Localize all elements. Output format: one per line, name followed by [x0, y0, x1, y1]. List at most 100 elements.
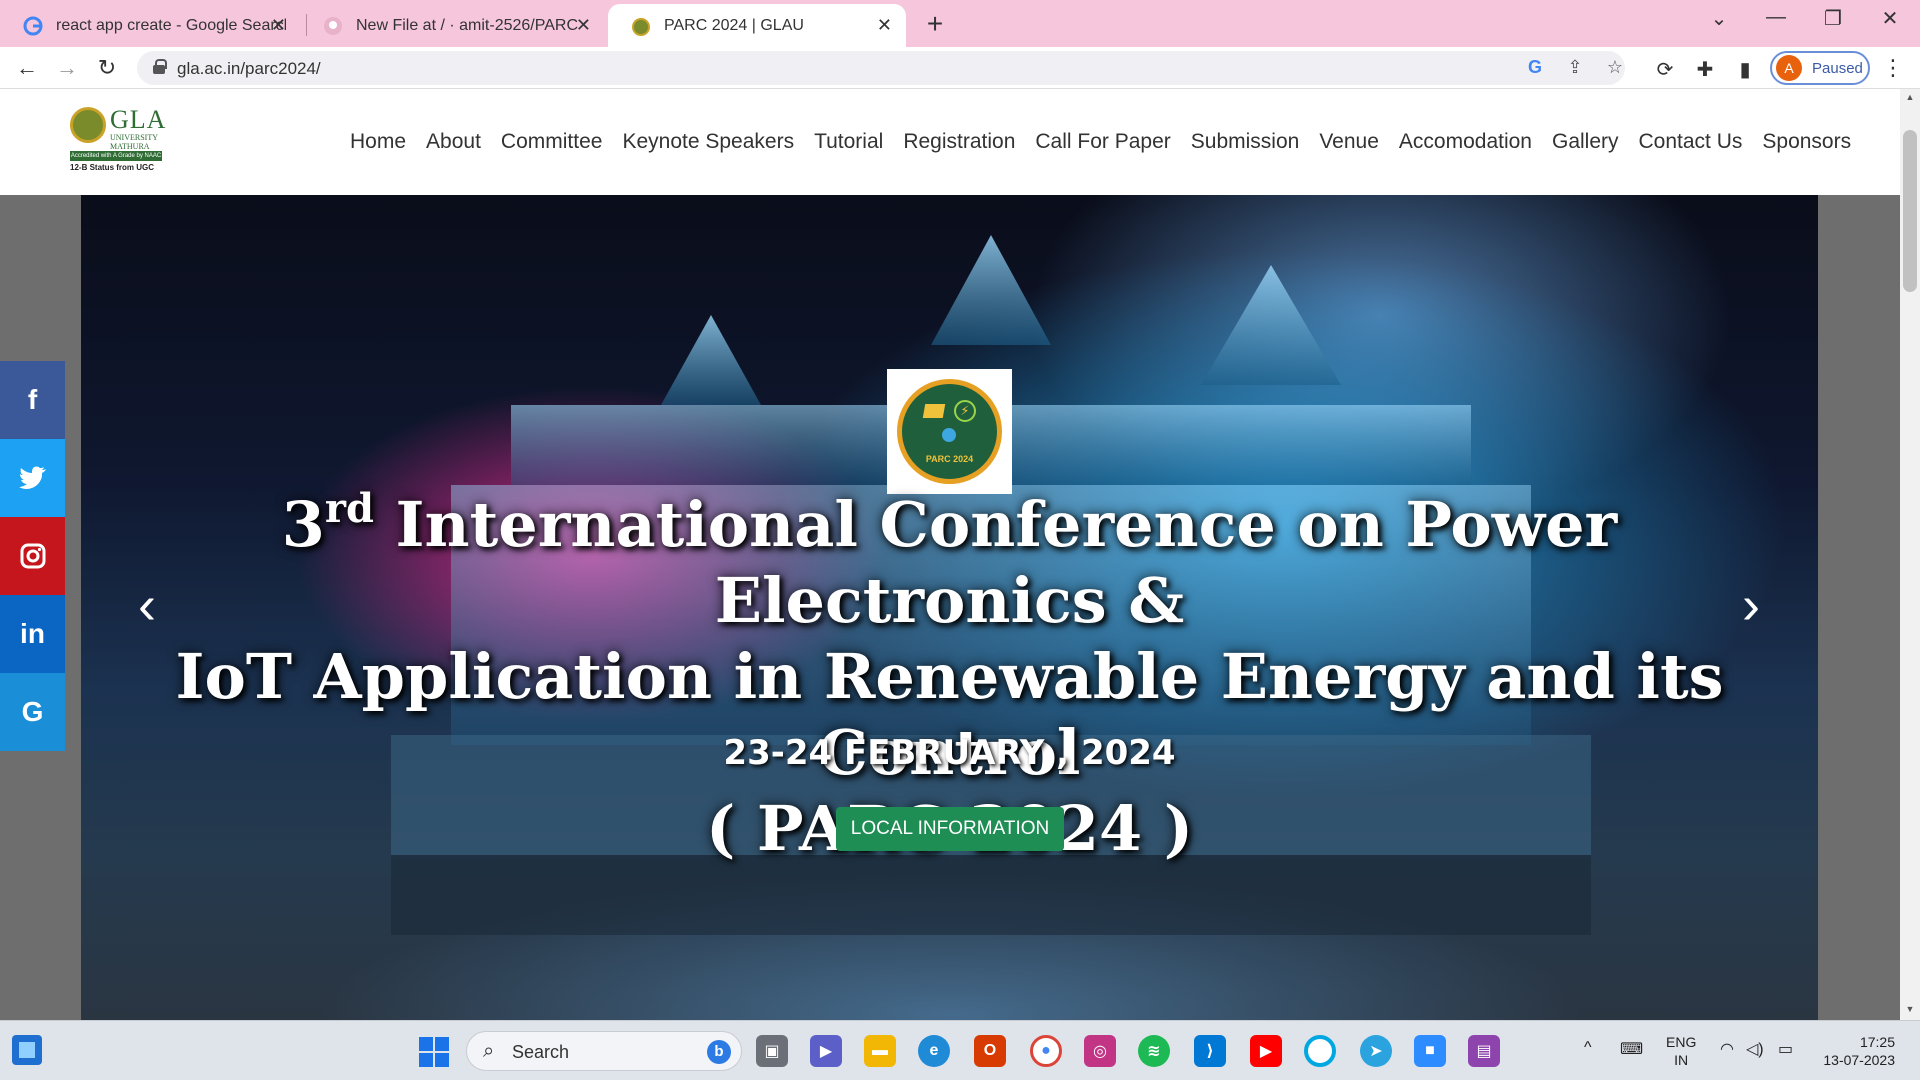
lightning-bolt-icon: ⚡	[954, 400, 976, 422]
github-icon	[322, 15, 344, 37]
carousel-next-chevron-icon[interactable]: ›	[1731, 575, 1771, 635]
nav-gallery[interactable]: Gallery	[1542, 130, 1629, 154]
spotify-icon[interactable]: ≋	[1138, 1035, 1170, 1067]
restore-window-icon[interactable]: ❐	[1813, 6, 1853, 31]
linkedin-icon[interactable]: in	[0, 595, 65, 673]
facebook-icon[interactable]: f	[0, 361, 65, 439]
close-tab-icon[interactable]: ✕	[271, 15, 286, 36]
volume-icon[interactable]: ◁)	[1746, 1039, 1764, 1059]
tab-github-new-file[interactable]: New File at / · amit-2526/PARC-2 ✕	[300, 4, 605, 47]
nav-committee[interactable]: Committee	[491, 130, 613, 154]
clock-date: 13-07-2023	[1823, 1052, 1895, 1068]
instagram-app-icon[interactable]: ◎	[1084, 1035, 1116, 1067]
avatar: A	[1776, 55, 1802, 81]
taskbar-clock[interactable]: 17:25 13-07-2023	[1815, 1033, 1895, 1069]
youtube-icon[interactable]: ▶	[1250, 1035, 1282, 1067]
site-header: GLA UNIVERSITY MATHURA Accredited with A…	[0, 89, 1900, 195]
windows-taskbar: ⌕ Search b ▣ ▶ ▬ e O ● ◎ ≋ ⟩ ▶ ➤ ■ ▤ ^ ⌨…	[0, 1020, 1920, 1080]
widgets-icon[interactable]	[12, 1035, 42, 1065]
solar-panel-icon	[922, 404, 946, 418]
main-navigation: Home About Committee Keynote Speakers Tu…	[340, 130, 1861, 154]
bookmark-star-icon[interactable]: ☆	[1603, 57, 1627, 78]
taskbar-search-box[interactable]: ⌕ Search b	[466, 1031, 742, 1071]
profile-button[interactable]: A Paused	[1770, 51, 1870, 85]
browser-toolbar: ← → ↻ gla.ac.in/parc2024/ G ⇪ ☆ ⟳ ✚ ▮ A …	[0, 47, 1920, 89]
instagram-icon[interactable]	[0, 517, 65, 595]
telegram-icon[interactable]: ➤	[1360, 1035, 1392, 1067]
close-tab-icon[interactable]: ✕	[877, 15, 892, 36]
battery-icon[interactable]: ▭	[1778, 1039, 1793, 1059]
gla-university-logo[interactable]: GLA UNIVERSITY MATHURA Accredited with A…	[68, 103, 165, 175]
lock-icon[interactable]	[153, 59, 167, 74]
address-bar[interactable]: gla.ac.in/parc2024/ G ⇪ ☆	[137, 51, 1625, 85]
scroll-up-arrow-icon[interactable]: ▲	[1904, 92, 1916, 102]
google-lens-icon[interactable]: G	[1523, 57, 1547, 78]
title-line-1-text: International Conference on Power Electr…	[373, 488, 1618, 637]
reload-icon[interactable]: ↻	[92, 53, 122, 83]
close-tab-icon[interactable]: ✕	[576, 15, 591, 36]
nav-tutorial[interactable]: Tutorial	[804, 130, 893, 154]
file-explorer-icon[interactable]: ▬	[864, 1035, 896, 1067]
parc-emblem-icon: ⚡ PARC 2024	[897, 379, 1002, 484]
scroll-down-arrow-icon[interactable]: ▼	[1904, 1004, 1916, 1014]
browser-menu-icon[interactable]: ⋮	[1882, 55, 1904, 81]
url-text[interactable]: gla.ac.in/parc2024/	[177, 59, 321, 79]
nav-contact-us[interactable]: Contact Us	[1629, 130, 1753, 154]
share-icon[interactable]: ⇪	[1563, 57, 1587, 78]
cortana-icon[interactable]	[1304, 1035, 1336, 1067]
forward-arrow-icon[interactable]: →	[52, 53, 82, 83]
wifi-icon[interactable]: ◠	[1720, 1039, 1734, 1059]
sync-extension-icon[interactable]: ⟳	[1652, 57, 1678, 82]
hero-carousel: ⚡ PARC 2024 3rd International Conference…	[81, 195, 1818, 1020]
tab-search-chevron-icon[interactable]: ⌄	[1699, 6, 1739, 31]
keyboard-icon[interactable]: ⌨	[1620, 1039, 1643, 1059]
taskbar-search-label: Search	[512, 1042, 570, 1062]
tab-google-search[interactable]: react app create - Google Search ✕	[0, 4, 300, 47]
google-g-icon	[22, 15, 44, 37]
nav-call-for-paper[interactable]: Call For Paper	[1025, 130, 1180, 154]
nav-about[interactable]: About	[416, 130, 491, 154]
carousel-prev-chevron-icon[interactable]: ‹	[127, 575, 167, 635]
show-hidden-icons-chevron-icon[interactable]: ^	[1584, 1039, 1592, 1057]
logo-ugc-status: 12-B Status from UGC	[70, 163, 155, 172]
region-label: IN	[1674, 1052, 1689, 1068]
search-icon: ⌕	[483, 1040, 495, 1062]
nav-submission[interactable]: Submission	[1181, 130, 1310, 154]
nav-sponsors[interactable]: Sponsors	[1752, 130, 1861, 154]
back-arrow-icon[interactable]: ←	[12, 53, 42, 83]
nav-registration[interactable]: Registration	[893, 130, 1025, 154]
title-line-1: 3rd International Conference on Power El…	[81, 487, 1818, 639]
local-information-button[interactable]: LOCAL INFORMATION	[836, 807, 1064, 851]
scrollbar-thumb[interactable]	[1903, 130, 1917, 292]
title-ordinal-suffix: rd	[324, 485, 374, 532]
office-icon[interactable]: O	[974, 1035, 1006, 1067]
edge-browser-icon[interactable]: e	[918, 1035, 950, 1067]
close-window-icon[interactable]: ✕	[1870, 6, 1910, 31]
zoom-icon[interactable]: ■	[1414, 1035, 1446, 1067]
start-windows-icon[interactable]	[419, 1037, 449, 1067]
social-share-bar: f in G	[0, 361, 65, 751]
conference-date: 23-24 FEBRUARY , 2024	[723, 733, 1176, 773]
language-indicator[interactable]: ENG IN	[1666, 1033, 1696, 1069]
minimize-window-icon[interactable]: —	[1756, 6, 1796, 29]
teams-chat-icon[interactable]: ▶	[810, 1035, 842, 1067]
nav-accomodation[interactable]: Accomodation	[1389, 130, 1542, 154]
bing-icon[interactable]: b	[707, 1040, 731, 1064]
title-ordinal: 3	[281, 488, 325, 561]
vscode-icon[interactable]: ⟩	[1194, 1035, 1226, 1067]
logo-subtitle: UNIVERSITY MATHURA	[110, 133, 158, 151]
tab-parc-2024[interactable]: PARC 2024 | GLAU ✕	[608, 4, 906, 47]
task-view-icon[interactable]: ▣	[756, 1035, 788, 1067]
nav-keynote-speakers[interactable]: Keynote Speakers	[612, 130, 804, 154]
parc-logo-label: PARC 2024	[925, 454, 974, 464]
twitter-icon[interactable]	[0, 439, 65, 517]
google-icon[interactable]: G	[0, 673, 65, 751]
side-panel-icon[interactable]: ▮	[1732, 57, 1758, 82]
profile-status: Paused	[1812, 59, 1863, 77]
extensions-puzzle-icon[interactable]: ✚	[1692, 57, 1718, 82]
nav-venue[interactable]: Venue	[1309, 130, 1389, 154]
chrome-icon[interactable]: ●	[1030, 1035, 1062, 1067]
nav-home[interactable]: Home	[340, 130, 416, 154]
new-tab-button[interactable]: +	[920, 8, 950, 40]
clipchamp-icon[interactable]: ▤	[1468, 1035, 1500, 1067]
